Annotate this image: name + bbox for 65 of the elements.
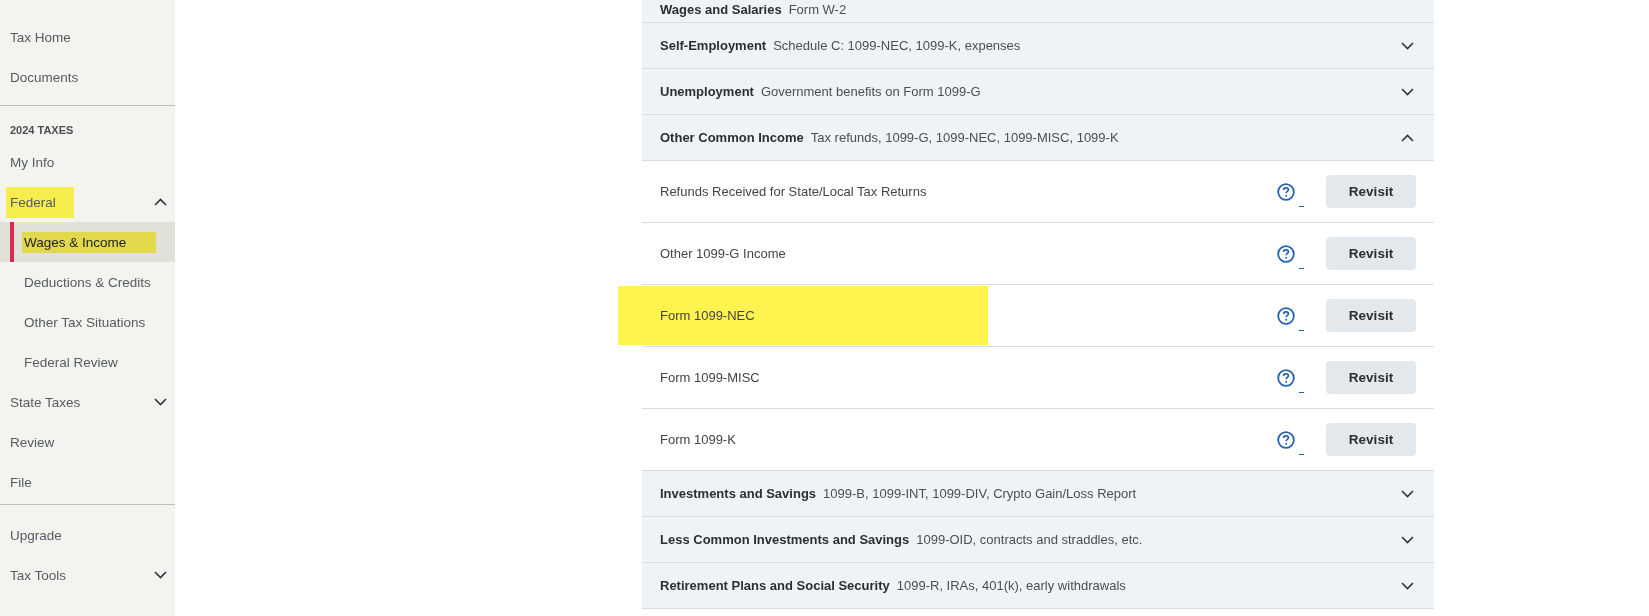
section-title: Investments and Savings [660,486,817,501]
topic-label: Form 1099-MISC [660,369,761,387]
section-description: 1099-OID, contracts and straddles, etc. [916,532,1143,547]
section-title: Unemployment [660,84,754,99]
chevron-down-icon [154,398,167,406]
accordion-header[interactable]: Less Common Investments and Savings 1099-OID, contracts and straddles, etc. [642,517,1434,563]
topic-label: Form 1099-K [660,431,737,449]
chevron-up-icon [1401,133,1414,142]
section-description: Tax refunds, 1099-G, 1099-NEC, 1099-MISC, 1099-K [810,130,1119,145]
help-icon [1277,306,1295,325]
section-title: Wages and Salaries [660,2,782,17]
chevron-down-icon [1401,489,1414,498]
topic-label: Refunds Received for State/Local Tax Returns [660,183,928,201]
link-underline [1299,205,1304,207]
section-description: Government benefits on Form 1099-G [760,84,981,99]
revisit-button[interactable]: Revisit [1326,361,1416,394]
sidebar-item[interactable]: Federal Review [0,342,175,382]
sidebar-item[interactable]: Federal [0,182,175,222]
revisit-button[interactable]: Revisit [1326,423,1416,456]
section-description: Schedule C: 1099-NEC, 1099-K, expenses [773,38,1021,53]
sidebar-item[interactable]: Documents [0,57,175,97]
sidebar-item[interactable]: Deductions & Credits [0,262,175,302]
section-description: Form W-2 [788,2,847,17]
chevron-up-icon [154,198,167,206]
chevron-down-icon [154,571,167,579]
revisit-button[interactable]: Revisit [1326,299,1416,332]
sidebar-item[interactable]: Wages & Income [0,222,175,262]
accordion-header[interactable]: Wages and Salaries Form W-2 [642,0,1434,23]
sidebar-item[interactable]: File [0,462,175,502]
revisit-button[interactable]: Revisit [1326,175,1416,208]
sidebar-item[interactable]: State Taxes [0,382,175,422]
accordion-header[interactable]: Investments and Savings 1099-B, 1099-INT, 1099-DIV, Crypto Gain/Loss Report [642,471,1434,517]
chevron-down-icon [1401,535,1414,544]
help-icon [1277,368,1295,387]
accordion-header[interactable]: Retirement Plans and Social Security 1099-R, IRAs, 401(k), early withdrawals [642,563,1434,609]
selected-indicator [10,222,14,262]
sidebar-item[interactable]: My Info [0,142,175,182]
sidebar-item[interactable]: Upgrade [0,515,175,555]
link-underline [1299,329,1304,331]
section-title: Self-Employment [660,38,767,53]
topic-label: Other 1099-G Income [660,245,787,263]
section-heading: 2024 TAXES [9,123,75,138]
revisit-button[interactable]: Revisit [1326,237,1416,270]
sidebar-item[interactable]: Tax Tools [0,555,175,595]
help-icon [1277,430,1295,449]
section-title: Less Common Investments and Savings [660,532,910,547]
accordion-header[interactable]: Other Common Income Tax refunds, 1099-G, 1099-NEC, 1099-MISC, 1099-K [642,115,1434,161]
link-underline [1299,267,1304,269]
chevron-down-icon [1401,41,1414,50]
section-description: 1099-B, 1099-INT, 1099-DIV, Crypto Gain/Loss Report [823,486,1137,501]
help-icon [1277,244,1295,263]
section-title: Other Common Income [660,130,804,145]
accordion-header[interactable]: Self-Employment Schedule C: 1099-NEC, 1099-K, expenses [642,23,1434,69]
section-title: Retirement Plans and Social Security [660,578,890,593]
sidebar-item[interactable]: Review [0,422,175,462]
link-underline [1299,391,1304,393]
sidebar-item[interactable]: Other Tax Situations [0,302,175,342]
chevron-down-icon [1401,87,1414,96]
sidebar-item[interactable]: Tax Home [0,17,175,57]
link-underline [1299,453,1304,455]
chevron-down-icon [1401,581,1414,590]
help-icon [1277,182,1295,201]
section-description: 1099-R, IRAs, 401(k), early withdrawals [896,578,1126,593]
topic-label: Form 1099-NEC [618,286,988,345]
accordion-header[interactable]: Unemployment Government benefits on Form 1099-G [642,69,1434,115]
